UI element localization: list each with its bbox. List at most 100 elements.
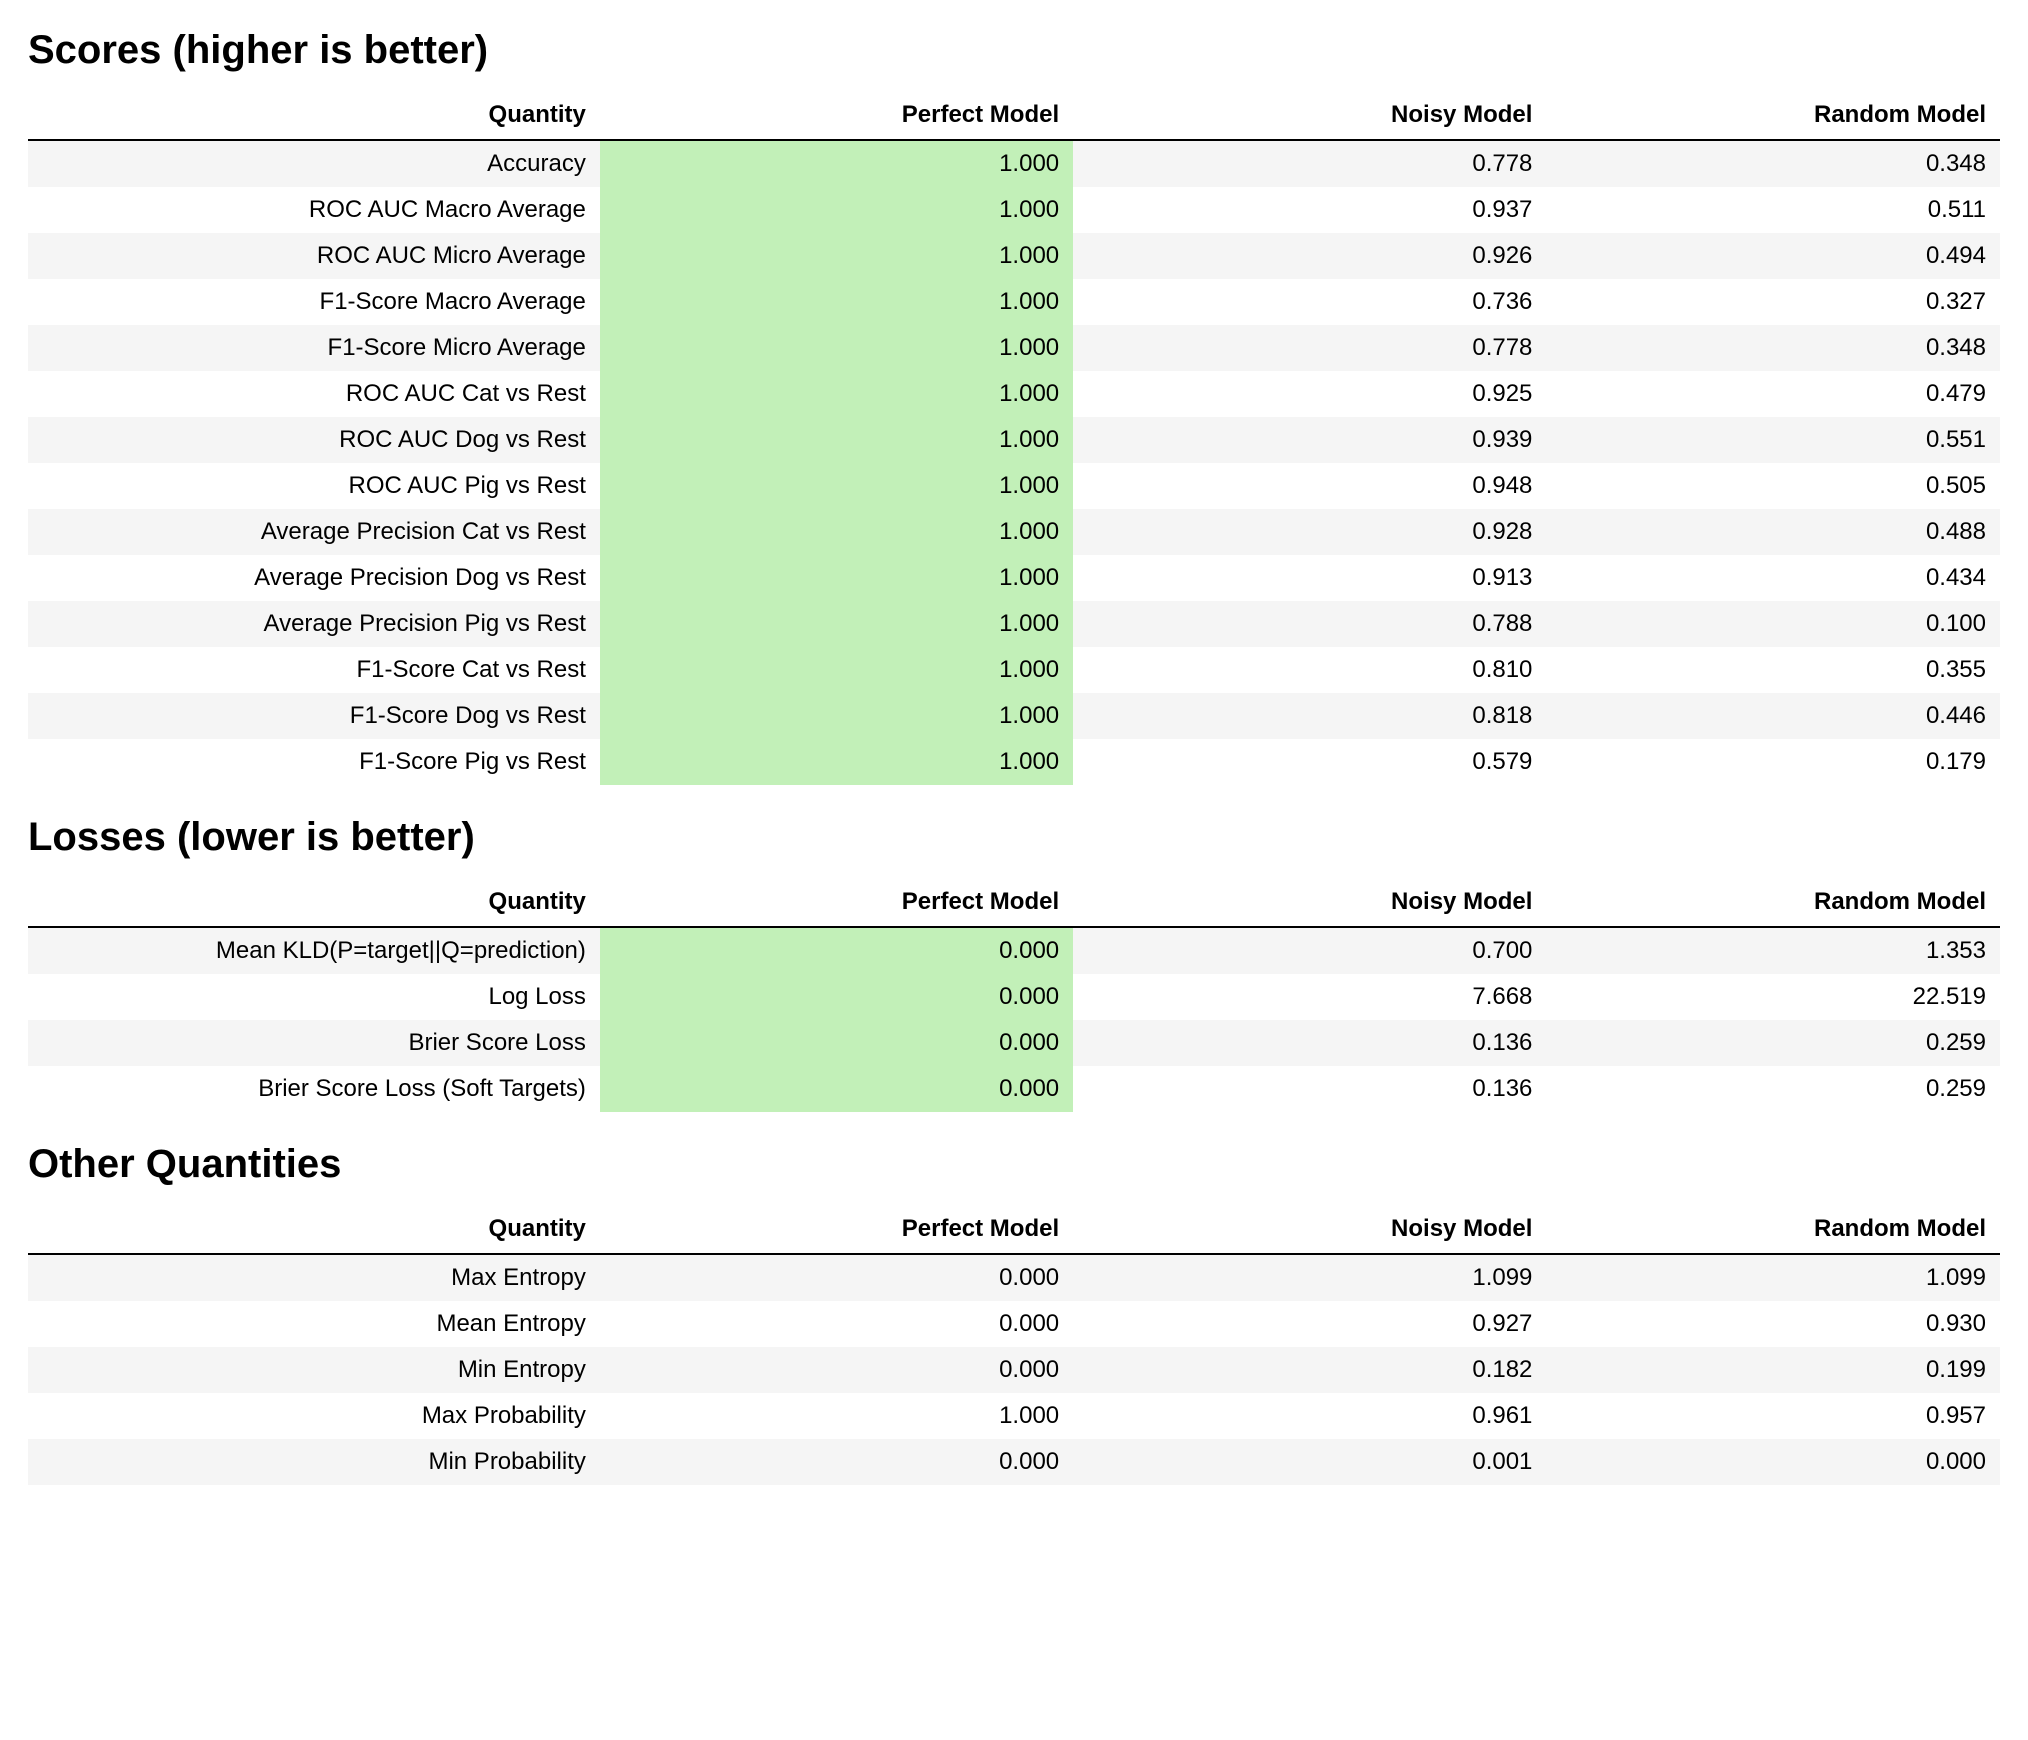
metric-value: 1.000: [600, 417, 1073, 463]
metric-value: 0.348: [1546, 140, 2000, 187]
table-row: Max Probability1.0000.9610.957: [28, 1393, 2000, 1439]
metric-name: Mean KLD(P=target||Q=prediction): [28, 927, 600, 974]
metric-value: 0.778: [1073, 140, 1546, 187]
metric-name: ROC AUC Dog vs Rest: [28, 417, 600, 463]
metric-value: 1.000: [600, 601, 1073, 647]
metric-value: 0.579: [1073, 739, 1546, 785]
metrics-table: QuantityPerfect ModelNoisy ModelRandom M…: [28, 1205, 2000, 1485]
table-row: F1-Score Cat vs Rest1.0000.8100.355: [28, 647, 2000, 693]
metric-name: F1-Score Cat vs Rest: [28, 647, 600, 693]
metrics-report: Scores (higher is better)QuantityPerfect…: [28, 28, 2000, 1485]
metric-name: ROC AUC Cat vs Rest: [28, 371, 600, 417]
table-row: Average Precision Cat vs Rest1.0000.9280…: [28, 509, 2000, 555]
table-row: F1-Score Macro Average1.0000.7360.327: [28, 279, 2000, 325]
table-row: ROC AUC Pig vs Rest1.0000.9480.505: [28, 463, 2000, 509]
metric-value: 0.136: [1073, 1066, 1546, 1112]
metric-value: 0.000: [600, 1066, 1073, 1112]
column-header: Perfect Model: [600, 1205, 1073, 1254]
metric-value: 0.100: [1546, 601, 2000, 647]
section-title: Losses (lower is better): [28, 815, 2000, 860]
table-row: Brier Score Loss (Soft Targets)0.0000.13…: [28, 1066, 2000, 1112]
metric-value: 22.519: [1546, 974, 2000, 1020]
table-row: ROC AUC Cat vs Rest1.0000.9250.479: [28, 371, 2000, 417]
metric-value: 0.000: [600, 1020, 1073, 1066]
metric-name: F1-Score Macro Average: [28, 279, 600, 325]
table-row: Min Probability0.0000.0010.000: [28, 1439, 2000, 1485]
column-header: Noisy Model: [1073, 878, 1546, 927]
metric-value: 0.434: [1546, 555, 2000, 601]
metric-value: 1.000: [600, 187, 1073, 233]
metric-value: 0.000: [600, 1439, 1073, 1485]
metric-name: ROC AUC Micro Average: [28, 233, 600, 279]
metric-value: 1.000: [600, 555, 1073, 601]
table-row: Log Loss0.0007.66822.519: [28, 974, 2000, 1020]
metric-value: 0.259: [1546, 1020, 2000, 1066]
metric-value: 1.000: [600, 233, 1073, 279]
table-row: F1-Score Micro Average1.0000.7780.348: [28, 325, 2000, 371]
metric-value: 1.000: [600, 279, 1073, 325]
metric-value: 0.000: [600, 974, 1073, 1020]
metric-name: Average Precision Cat vs Rest: [28, 509, 600, 555]
metric-name: Log Loss: [28, 974, 600, 1020]
metric-name: Average Precision Dog vs Rest: [28, 555, 600, 601]
metric-value: 1.000: [600, 739, 1073, 785]
metric-name: Brier Score Loss: [28, 1020, 600, 1066]
column-header: Quantity: [28, 91, 600, 140]
metric-name: F1-Score Pig vs Rest: [28, 739, 600, 785]
table-row: Accuracy1.0000.7780.348: [28, 140, 2000, 187]
table-row: F1-Score Dog vs Rest1.0000.8180.446: [28, 693, 2000, 739]
metric-value: 0.926: [1073, 233, 1546, 279]
metric-value: 0.948: [1073, 463, 1546, 509]
table-row: Mean Entropy0.0000.9270.930: [28, 1301, 2000, 1347]
column-header: Random Model: [1546, 878, 2000, 927]
metric-value: 1.000: [600, 647, 1073, 693]
section-title: Scores (higher is better): [28, 28, 2000, 73]
metric-value: 1.099: [1073, 1254, 1546, 1301]
metric-value: 0.505: [1546, 463, 2000, 509]
metric-value: 0.479: [1546, 371, 2000, 417]
metric-value: 0.927: [1073, 1301, 1546, 1347]
metric-name: Max Probability: [28, 1393, 600, 1439]
metric-name: Brier Score Loss (Soft Targets): [28, 1066, 600, 1112]
metric-value: 1.000: [600, 140, 1073, 187]
column-header: Quantity: [28, 1205, 600, 1254]
table-row: Average Precision Pig vs Rest1.0000.7880…: [28, 601, 2000, 647]
metric-value: 0.355: [1546, 647, 2000, 693]
metric-name: Max Entropy: [28, 1254, 600, 1301]
metric-name: ROC AUC Pig vs Rest: [28, 463, 600, 509]
metric-value: 0.000: [600, 1301, 1073, 1347]
metric-name: ROC AUC Macro Average: [28, 187, 600, 233]
metric-value: 0.136: [1073, 1020, 1546, 1066]
column-header: Perfect Model: [600, 878, 1073, 927]
table-row: Min Entropy0.0000.1820.199: [28, 1347, 2000, 1393]
metric-value: 0.000: [600, 927, 1073, 974]
section-title: Other Quantities: [28, 1142, 2000, 1187]
table-row: Mean KLD(P=target||Q=prediction)0.0000.7…: [28, 927, 2000, 974]
metric-value: 1.000: [600, 463, 1073, 509]
table-row: Max Entropy0.0001.0991.099: [28, 1254, 2000, 1301]
metric-value: 0.928: [1073, 509, 1546, 555]
metric-value: 0.511: [1546, 187, 2000, 233]
metric-value: 0.001: [1073, 1439, 1546, 1485]
metric-value: 7.668: [1073, 974, 1546, 1020]
metric-value: 1.000: [600, 509, 1073, 555]
metric-value: 0.446: [1546, 693, 2000, 739]
column-header: Random Model: [1546, 1205, 2000, 1254]
metric-value: 0.000: [600, 1254, 1073, 1301]
metric-value: 0.930: [1546, 1301, 2000, 1347]
metric-value: 1.000: [600, 325, 1073, 371]
metric-value: 0.700: [1073, 927, 1546, 974]
column-header: Random Model: [1546, 91, 2000, 140]
table-row: ROC AUC Dog vs Rest1.0000.9390.551: [28, 417, 2000, 463]
metric-value: 0.788: [1073, 601, 1546, 647]
metric-value: 1.000: [600, 693, 1073, 739]
column-header: Perfect Model: [600, 91, 1073, 140]
table-row: Average Precision Dog vs Rest1.0000.9130…: [28, 555, 2000, 601]
metric-value: 0.488: [1546, 509, 2000, 555]
metric-value: 0.327: [1546, 279, 2000, 325]
metric-name: Mean Entropy: [28, 1301, 600, 1347]
metric-name: Min Probability: [28, 1439, 600, 1485]
metric-value: 0.551: [1546, 417, 2000, 463]
table-row: F1-Score Pig vs Rest1.0000.5790.179: [28, 739, 2000, 785]
metric-value: 0.348: [1546, 325, 2000, 371]
